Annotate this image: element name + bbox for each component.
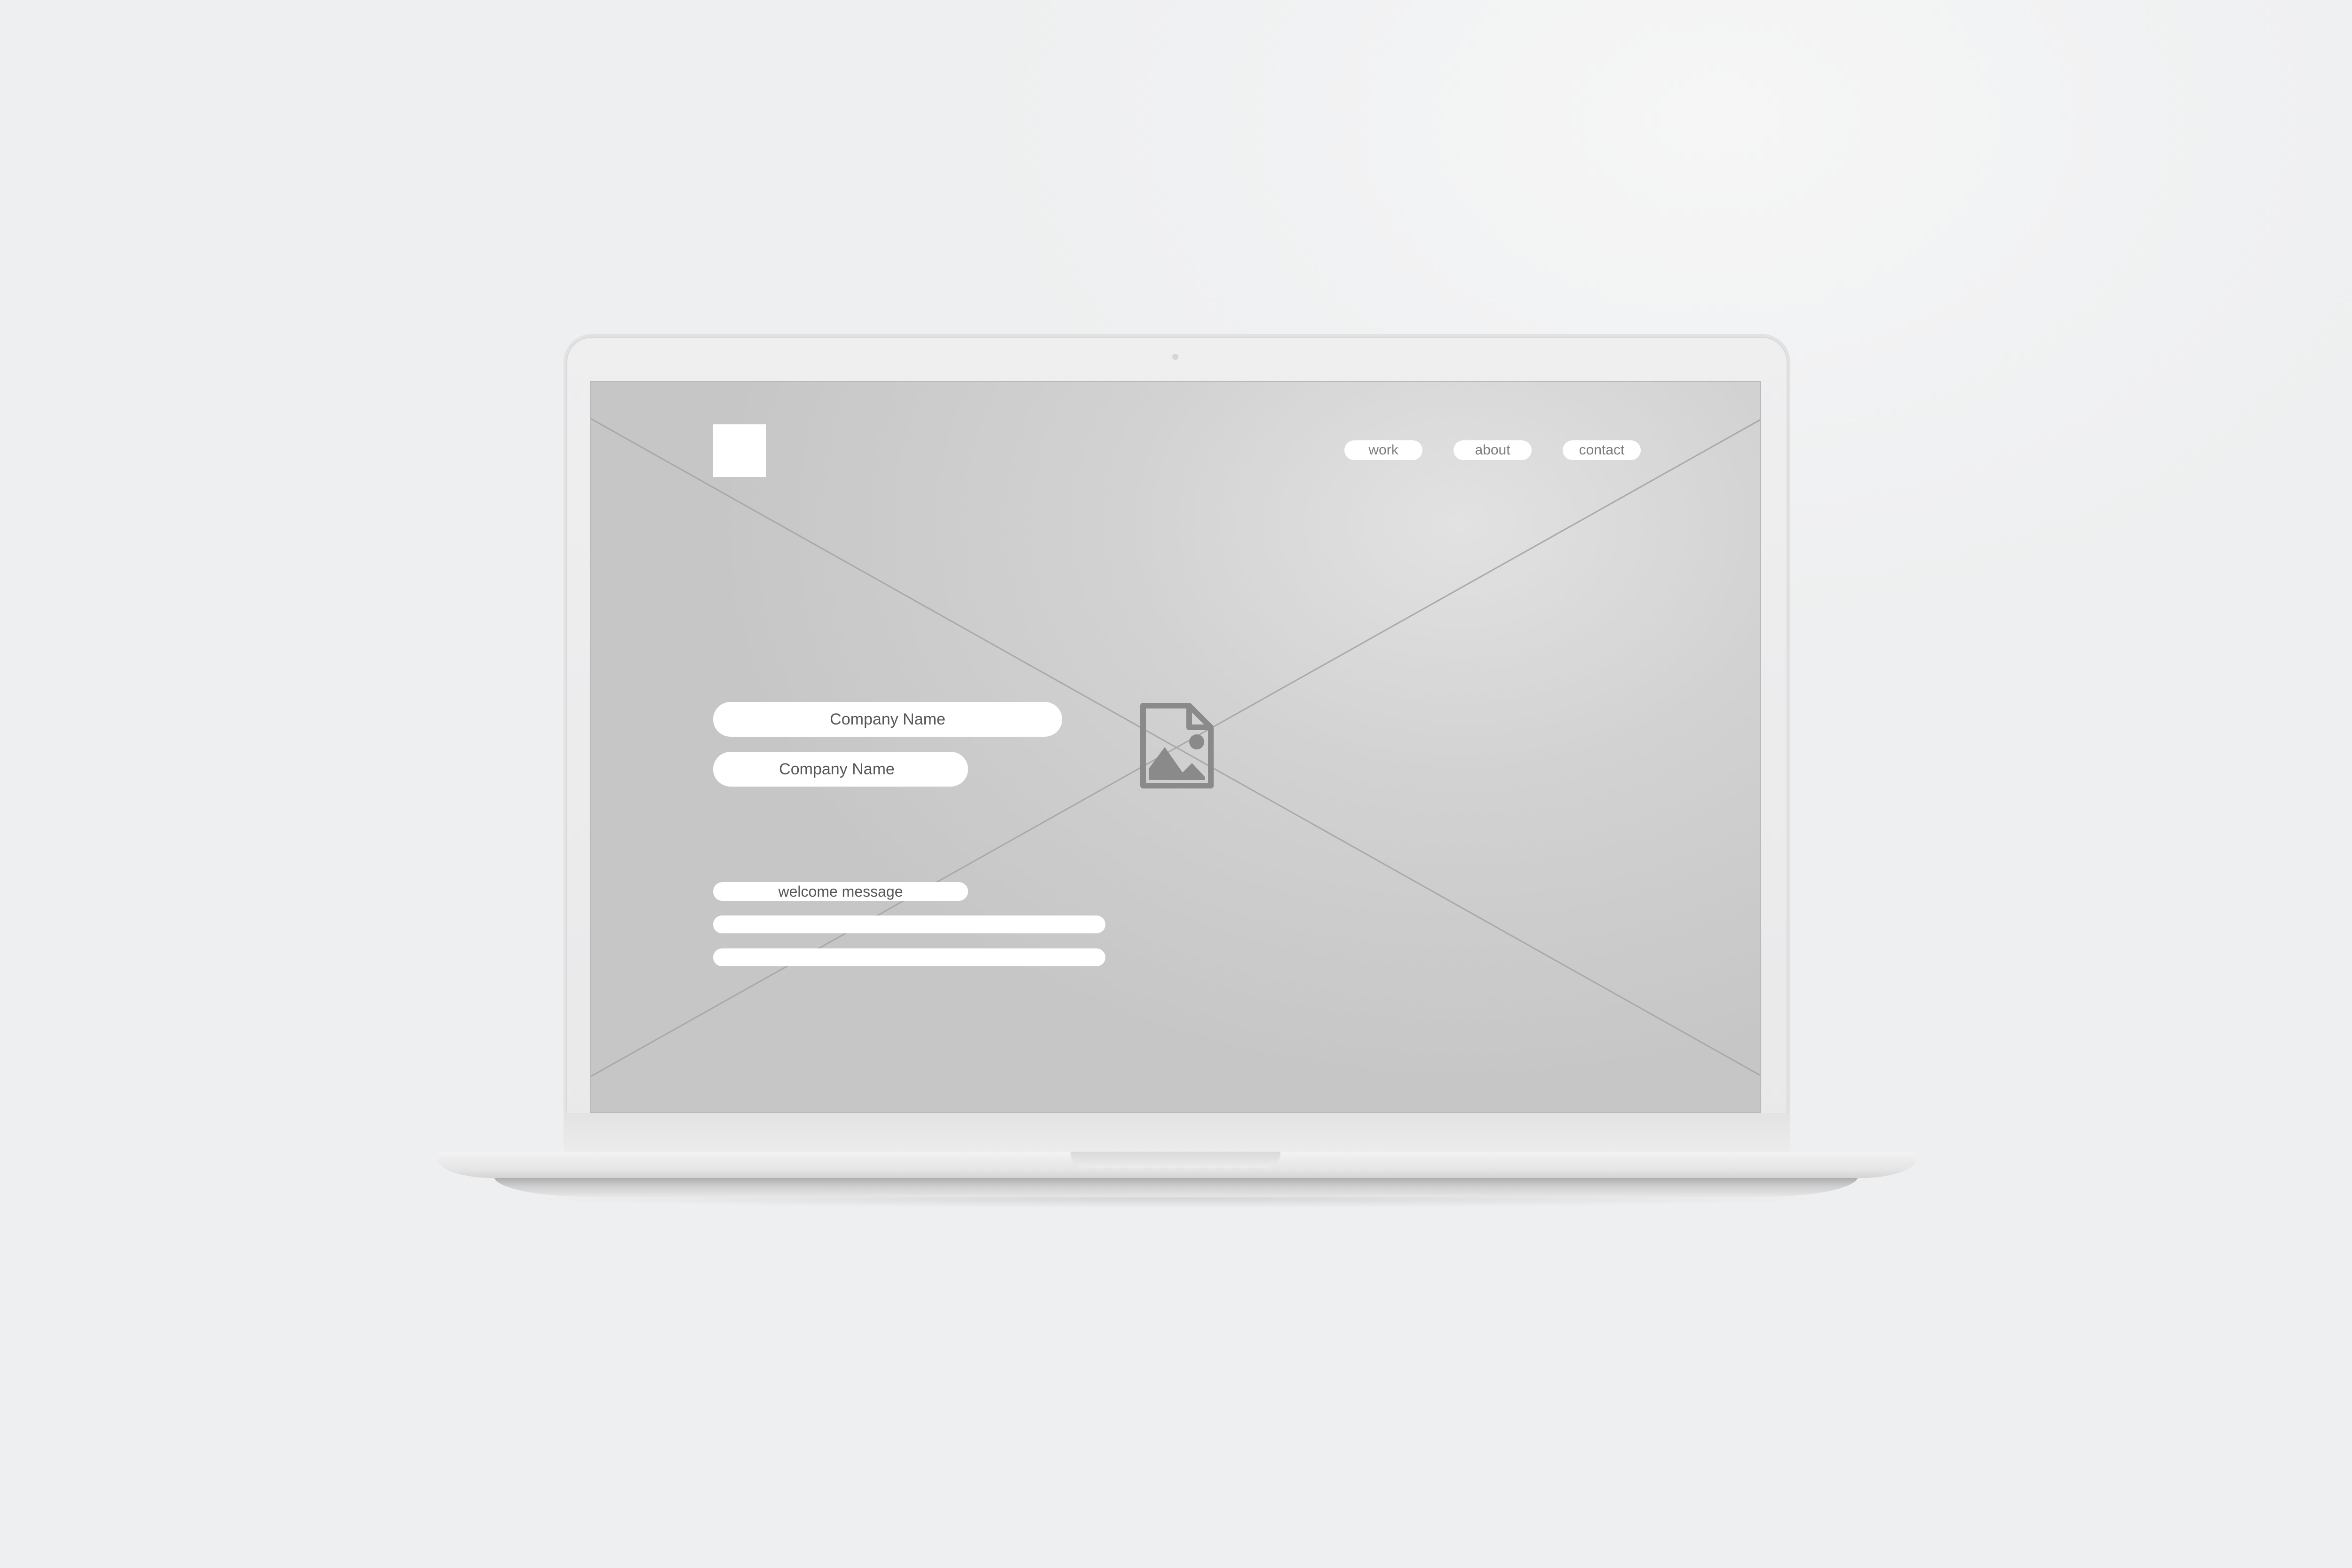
company-name-heading: Company Name bbox=[713, 702, 1062, 737]
laptop-hinge bbox=[564, 1113, 1790, 1153]
laptop-mockup: work about contact Company Name Company … bbox=[0, 0, 2352, 1568]
laptop-opening-notch bbox=[1071, 1152, 1280, 1168]
nav-link-work[interactable]: work bbox=[1344, 440, 1422, 460]
company-name-subheading-label: Company Name bbox=[779, 760, 895, 778]
webcam bbox=[1172, 354, 1178, 360]
nav-link-contact[interactable]: contact bbox=[1563, 440, 1641, 460]
laptop-base-bottom bbox=[494, 1176, 1858, 1197]
company-name-subheading: Company Name bbox=[713, 752, 968, 787]
logo-placeholder[interactable] bbox=[713, 424, 766, 477]
nav-link-about[interactable]: about bbox=[1454, 440, 1532, 460]
text-line-placeholder bbox=[713, 915, 1105, 933]
image-placeholder-icon bbox=[1140, 703, 1214, 788]
text-line-placeholder bbox=[713, 948, 1105, 966]
website-wireframe: work about contact Company Name Company … bbox=[590, 381, 1761, 1113]
welcome-message: welcome message bbox=[713, 882, 968, 901]
